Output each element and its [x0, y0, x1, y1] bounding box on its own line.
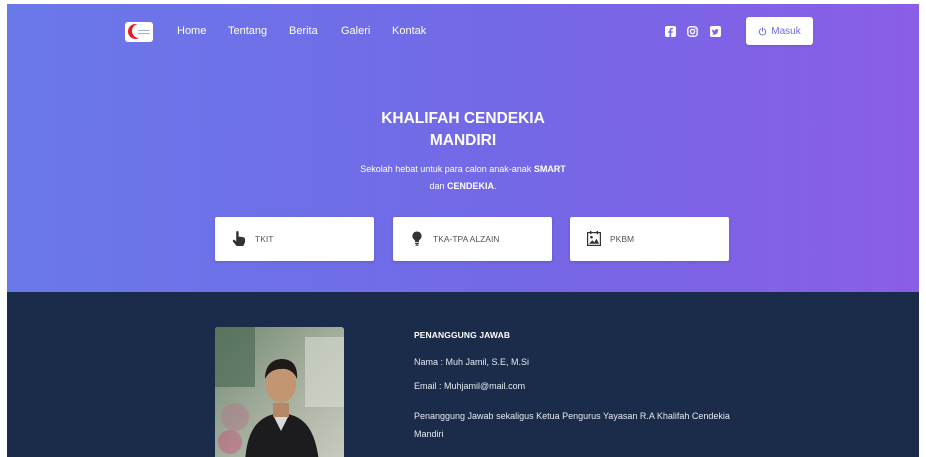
- picture-icon: [587, 231, 601, 246]
- card-tkit[interactable]: TKIT: [215, 217, 374, 261]
- navbar: Home Tentang Berita Galeri Kontak Masuk: [7, 4, 919, 54]
- nav-link-galeri[interactable]: Galeri: [341, 25, 370, 37]
- hero-subtitle-text1: Sekolah hebat untuk para calon anak-anak: [360, 164, 534, 174]
- nav-link-berita[interactable]: Berita: [289, 25, 318, 37]
- hero-subtitle-cendekia: CENDEKIA: [447, 181, 495, 191]
- hero-subtitle-text2: dan: [429, 181, 447, 191]
- logo[interactable]: [125, 22, 153, 42]
- card-label-tka-tpa-alzain: TKA-TPA ALZAIN: [433, 234, 500, 244]
- lightbulb-icon: [410, 231, 424, 246]
- login-label: Masuk: [771, 25, 801, 37]
- info-heading: PENANGGUNG JAWAB: [414, 330, 511, 340]
- hand-pointer-icon: [232, 231, 246, 246]
- logo-text-lines: [138, 30, 150, 34]
- login-button[interactable]: Masuk: [746, 17, 813, 45]
- power-icon: [758, 26, 767, 36]
- hero-title-line2: MANDIRI: [429, 132, 497, 149]
- hero-title-line1: KHALIFAH CENDEKIA: [381, 110, 545, 127]
- info-email: Email : Muhjamil@mail.com: [414, 381, 526, 391]
- profile-photo: [215, 327, 344, 457]
- facebook-icon[interactable]: [665, 26, 676, 37]
- nav-link-home[interactable]: Home: [177, 25, 206, 37]
- hero-subtitle-smart: SMART: [533, 164, 566, 174]
- page: Home Tentang Berita Galeri Kontak Masuk: [7, 4, 919, 457]
- hero-section: Home Tentang Berita Galeri Kontak Masuk: [7, 4, 919, 292]
- card-label-tkit: TKIT: [255, 234, 274, 244]
- card-pkbm[interactable]: PKBM: [570, 217, 729, 261]
- info-description: Penanggung Jawab sekaligus Ketua Penguru…: [414, 411, 730, 439]
- card-tka-tpa-alzain[interactable]: TKA-TPA ALZAIN: [393, 217, 552, 261]
- card-label-pkbm: PKBM: [610, 234, 635, 244]
- hero-title: KHALIFAH CENDEKIA MANDIRI: [328, 108, 598, 152]
- twitter-icon[interactable]: [710, 26, 721, 37]
- nav-link-tentang[interactable]: Tentang: [228, 25, 267, 37]
- info-section: PENANGGUNG JAWAB Nama : Muh Jamil, S.E, …: [7, 292, 919, 457]
- hero-subtitle: Sekolah hebat untuk para calon anak-anak…: [353, 161, 573, 195]
- hero-subtitle-period: .: [494, 181, 497, 191]
- info-name: Nama : Muh Jamil, S.E, M.Si: [414, 357, 530, 367]
- nav-link-kontak[interactable]: Kontak: [392, 25, 426, 37]
- instagram-icon[interactable]: [687, 26, 698, 37]
